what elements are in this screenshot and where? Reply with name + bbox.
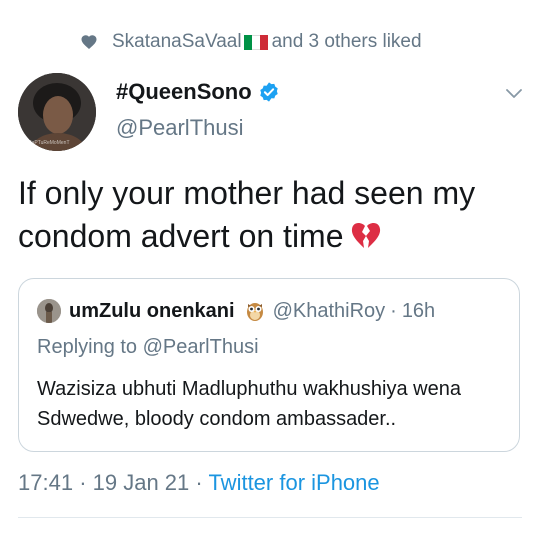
tweet-text-content: If only your mother had seen my condom a… [18,175,476,254]
divider [18,517,522,518]
display-name-text: #QueenSono [116,79,252,104]
quoted-display-name: umZulu onenkani [69,299,235,322]
quoted-tweet-text: Wazisiza ubhuti Madluphuthu wakhushiya w… [37,378,461,430]
owl-icon [246,303,263,321]
tweet-footer: 17:41 · 19 Jan 21 · Twitter for iPhone [18,470,380,496]
verified-badge-icon [259,82,278,102]
quoted-tweet-card[interactable]: umZulu onenkani @KhathiRoy · 16h Replyin… [18,278,520,452]
svg-text:CaPTuReMoMenT: CaPTuReMoMenT [28,140,70,146]
tweet-date: 19 Jan 21 [92,470,190,495]
chevron-down-icon[interactable] [504,86,524,100]
footer-separator-2: · [195,470,203,495]
quoted-time: 16h [401,299,436,322]
quoted-author-avatar[interactable] [37,299,61,323]
footer-separator-1: · [79,470,87,495]
heart-icon [81,35,97,50]
quoted-separator: · [390,299,397,322]
tweet-text: If only your mother had seen my condom a… [18,172,518,258]
replying-to-label: Replying to [37,336,138,358]
quoted-avatar-image [37,299,61,323]
social-context[interactable]: SkatanaSaVaal and 3 others liked [80,28,422,56]
quoted-tweet-header: umZulu onenkani @KhathiRoy · 16h [37,299,435,323]
author-display-name[interactable]: #QueenSono [116,79,280,105]
avatar-image: CaPTuReMoMenT [18,73,96,151]
broken-heart-icon [351,222,380,248]
italy-flag-icon [243,34,268,50]
others-liked-text: and 3 others liked [271,31,422,52]
liker-name: SkatanaSaVaal [112,31,242,52]
replying-to: Replying to @PearlThusi [37,336,259,359]
author-avatar[interactable]: CaPTuReMoMenT [18,73,96,151]
author-handle[interactable]: @PearlThusi [116,115,244,141]
replying-to-handle[interactable]: @PearlThusi [143,336,259,358]
source-link[interactable]: Twitter for iPhone [208,470,379,495]
quoted-handle: @KhathiRoy [272,299,386,322]
tweet-time: 17:41 [18,470,74,495]
